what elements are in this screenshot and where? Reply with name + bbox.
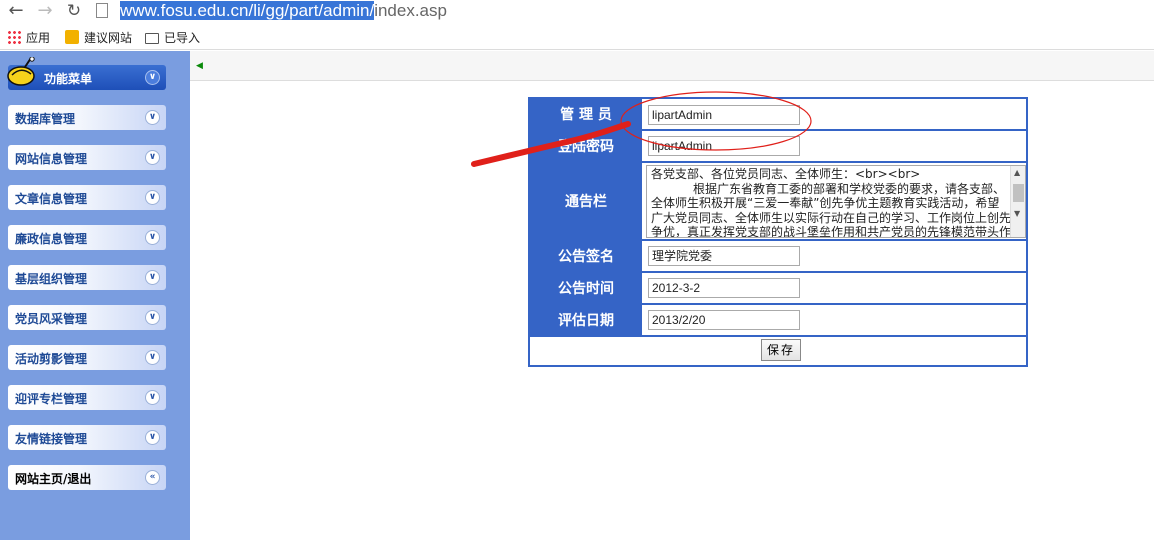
chevron-double-down-icon[interactable]: ∨ (145, 350, 160, 365)
chevron-double-down-icon[interactable]: ∨ (145, 390, 160, 405)
scroll-thumb[interactable] (1013, 184, 1024, 202)
sidebar-item-links[interactable]: 友情链接管理 ∨ (8, 425, 166, 450)
url-selected-text: www.fosu.edu.cn/li/gg/part/admin/ (120, 1, 375, 20)
chevron-double-left-icon[interactable]: « (145, 470, 160, 485)
sidebar-item-integrity[interactable]: 廉政信息管理 ∨ (8, 225, 166, 250)
sidebar: 功能菜单 ∨ 数据库管理 ∨ 网站信息管理 ∨ 文章信息管理 ∨ 廉政信息管理 … (0, 51, 190, 540)
sidebar-item-label: 党员风采管理 (15, 312, 88, 326)
bookmark-apps[interactable]: 应用 (7, 29, 50, 47)
sidebar-item-label: 网站主页/退出 (15, 472, 92, 486)
sidebar-item-label: 友情链接管理 (15, 432, 88, 446)
bing-icon (65, 30, 79, 44)
sidebar-item-label: 文章信息管理 (15, 192, 88, 206)
form-row-signature: 公告签名 理学院党委 (530, 241, 1026, 273)
eval-date-input[interactable]: 2013/2/20 (648, 310, 800, 330)
address-input[interactable]: www.fosu.edu.cn/li/gg/part/admin/index.a… (120, 1, 447, 21)
notice-textarea[interactable]: 各党支部、各位党员同志、全体师生：<br><br> 根据广东省教育工委的部署和学… (646, 165, 1026, 238)
sidebar-item-label: 廉政信息管理 (15, 232, 88, 246)
sidebar-item-evaluation[interactable]: 迎评专栏管理 ∨ (8, 385, 166, 410)
menu-logo-icon (7, 57, 35, 86)
folder-icon (145, 33, 159, 44)
sidebar-item-label: 网站信息管理 (15, 152, 88, 166)
sidebar-item-label: 基层组织管理 (15, 272, 88, 286)
sidebar-item-label: 数据库管理 (15, 112, 76, 126)
password-label: 登陆密码 (530, 131, 644, 161)
signature-label: 公告签名 (530, 241, 644, 271)
sidebar-item-label: 活动剪影管理 (15, 352, 88, 366)
sidebar-item-database[interactable]: 数据库管理 ∨ (8, 105, 166, 130)
collapse-sidebar-icon[interactable]: ◀ (196, 61, 206, 71)
sidebar-item-label: 迎评专栏管理 (15, 392, 88, 406)
time-input[interactable]: 2012-3-2 (648, 278, 800, 298)
url-rest-text: index.asp (374, 1, 447, 20)
forward-icon[interactable]: → (35, 1, 55, 21)
sidebar-item-home-logout[interactable]: 网站主页/退出 « (8, 465, 166, 490)
admin-input[interactable]: lipartAdmin (648, 105, 800, 125)
sidebar-item-site-info[interactable]: 网站信息管理 ∨ (8, 145, 166, 170)
admin-form: 管 理 员 lipartAdmin 登陆密码 lipartAdmin 通告栏 各… (528, 97, 1028, 367)
chevron-double-down-icon[interactable]: ∨ (145, 230, 160, 245)
browser-toolbar: ← → ↻ www.fosu.edu.cn/li/gg/part/admin/i… (0, 0, 1154, 26)
sidebar-header-label: 功能菜单 (44, 72, 93, 86)
form-row-time: 公告时间 2012-3-2 (530, 273, 1026, 305)
bookmark-suggested-sites[interactable]: 建议网站 (65, 29, 132, 47)
chevron-double-down-icon[interactable]: ∨ (145, 430, 160, 445)
reload-icon[interactable]: ↻ (64, 1, 84, 21)
admin-label: 管 理 员 (530, 99, 644, 129)
notice-text: 各党支部、各位党员同志、全体师生：<br><br> 根据广东省教育工委的部署和学… (651, 167, 1011, 238)
apps-grid-icon (7, 30, 21, 44)
chevron-double-down-icon[interactable]: ∨ (145, 190, 160, 205)
bookmark-label: 已导入 (164, 31, 201, 45)
time-label: 公告时间 (530, 273, 644, 303)
form-row-password: 登陆密码 lipartAdmin (530, 131, 1026, 163)
bookmark-imported[interactable]: 已导入 (145, 29, 200, 47)
save-button[interactable]: 保存 (761, 339, 801, 361)
eval-date-label: 评估日期 (530, 305, 644, 335)
chevron-double-down-icon[interactable]: ∨ (145, 110, 160, 125)
chevron-double-down-icon[interactable]: ∨ (145, 150, 160, 165)
form-row-notice: 通告栏 各党支部、各位党员同志、全体师生：<br><br> 根据广东省教育工委的… (530, 163, 1026, 241)
bookmarks-bar: 应用 建议网站 已导入 (0, 26, 1154, 50)
sidebar-item-members[interactable]: 党员风采管理 ∨ (8, 305, 166, 330)
bookmark-label: 建议网站 (84, 31, 133, 45)
sidebar-header[interactable]: 功能菜单 ∨ (7, 57, 166, 90)
chevron-double-down-icon[interactable]: ∨ (145, 310, 160, 325)
main-topbar: ◀ (190, 51, 1154, 81)
scroll-up-icon[interactable]: ▲ (1014, 168, 1020, 177)
sidebar-item-activities[interactable]: 活动剪影管理 ∨ (8, 345, 166, 370)
chevron-double-down-icon[interactable]: ∨ (145, 270, 160, 285)
back-icon[interactable]: ← (6, 1, 26, 21)
form-row-eval-date: 评估日期 2013/2/20 (530, 305, 1026, 337)
scroll-down-icon[interactable]: ▼ (1014, 209, 1020, 218)
form-row-admin: 管 理 员 lipartAdmin (530, 99, 1026, 131)
password-input[interactable]: lipartAdmin (648, 136, 800, 156)
signature-input[interactable]: 理学院党委 (648, 246, 800, 266)
chevron-double-down-icon[interactable]: ∨ (145, 70, 160, 85)
bookmark-label: 应用 (26, 31, 51, 45)
notice-label: 通告栏 (530, 163, 644, 239)
sidebar-item-articles[interactable]: 文章信息管理 ∨ (8, 185, 166, 210)
page-icon (96, 3, 108, 18)
notice-scrollbar[interactable]: ▲ ▼ (1010, 166, 1025, 237)
sidebar-item-organizations[interactable]: 基层组织管理 ∨ (8, 265, 166, 290)
